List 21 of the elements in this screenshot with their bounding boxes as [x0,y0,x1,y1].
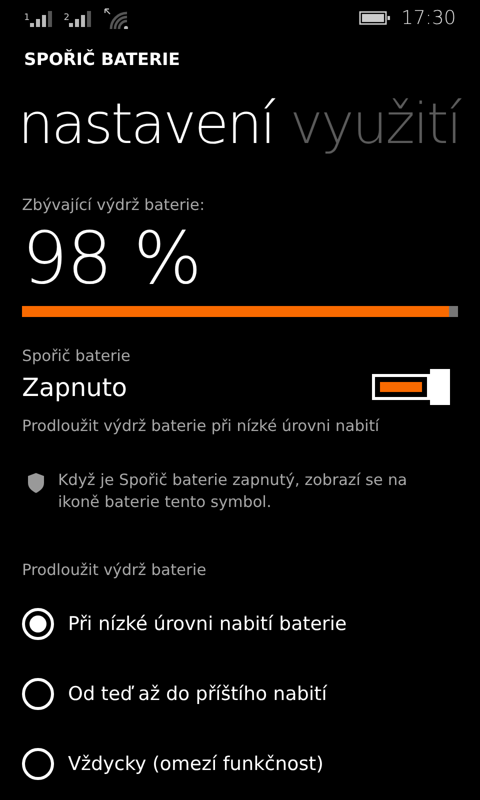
radio-option[interactable]: Při nízké úrovni nabití baterie [22,608,347,640]
radio-button[interactable] [22,748,54,780]
clock-time: 17:30 [401,7,456,29]
sim-number: 2 [64,13,70,23]
description: Prodloužit výdrž baterie při nízké úrovni nabití [22,417,380,435]
battery-percentage: 98 % [22,218,202,298]
section-label: Spořič baterie [22,347,132,365]
app-title: SPOŘIČ BATERIE [24,50,181,72]
shield-icon [28,473,44,493]
info-text: Když je Spořič baterie zapnutý, zobrazí se na ikoně baterie tento symbol. [58,470,408,513]
battery-icon [359,11,392,25]
pivot-tab[interactable]: nastavení [18,92,274,156]
radio-button[interactable] [22,678,54,710]
radio-option[interactable]: Vždycky (omezí funkčnost) [22,748,324,780]
wifi-icon [103,7,130,29]
section-label: Prodloužit výdrž baterie [22,561,208,579]
section-label: Zbývající výdrž baterie: [22,196,206,214]
toggle-state: Zapnuto [22,372,128,402]
sim-number: 1 [24,13,30,23]
radio-button[interactable] [22,608,54,640]
radio-option[interactable]: Od teď až do příštího nabití [22,678,327,710]
